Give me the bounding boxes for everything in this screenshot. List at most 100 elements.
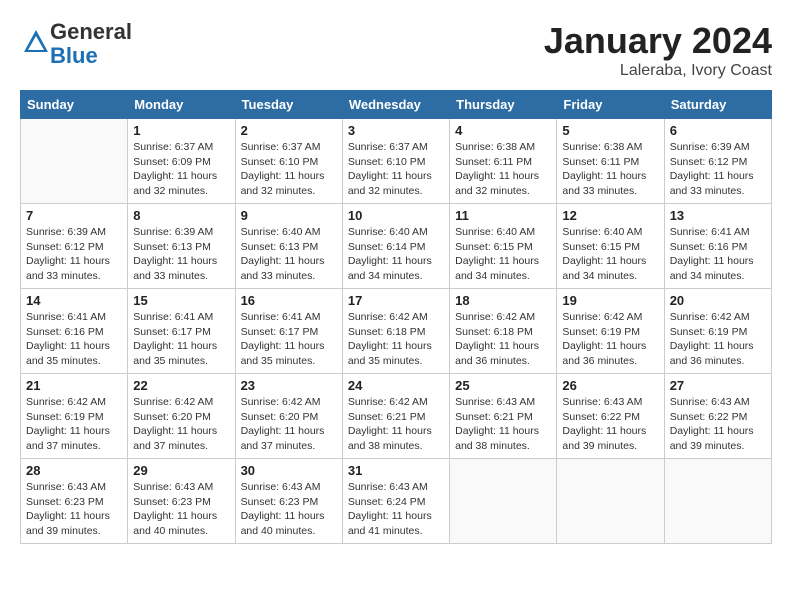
day-info: Sunrise: 6:42 AMSunset: 6:19 PMDaylight:… <box>670 310 766 369</box>
day-info: Sunrise: 6:37 AMSunset: 6:10 PMDaylight:… <box>348 140 444 199</box>
day-number: 27 <box>670 378 766 393</box>
calendar-week-4: 21 Sunrise: 6:42 AMSunset: 6:19 PMDayligh… <box>21 374 772 459</box>
day-number: 29 <box>133 463 229 478</box>
day-number: 13 <box>670 208 766 223</box>
calendar-cell <box>21 119 128 204</box>
day-number: 7 <box>26 208 122 223</box>
day-info: Sunrise: 6:42 AMSunset: 6:21 PMDaylight:… <box>348 395 444 454</box>
day-number: 17 <box>348 293 444 308</box>
day-info: Sunrise: 6:43 AMSunset: 6:23 PMDaylight:… <box>26 480 122 539</box>
logo-blue-text: Blue <box>50 43 98 68</box>
calendar-cell: 31 Sunrise: 6:43 AMSunset: 6:24 PMDayligh… <box>342 459 449 544</box>
calendar-cell: 11Sunrise: 6:40 AMSunset: 6:15 PMDayligh… <box>450 204 557 289</box>
calendar-week-1: 1Sunrise: 6:37 AMSunset: 6:09 PMDaylight… <box>21 119 772 204</box>
header-sunday: Sunday <box>21 91 128 119</box>
calendar-cell: 17 Sunrise: 6:42 AMSunset: 6:18 PMDayligh… <box>342 289 449 374</box>
day-number: 3 <box>348 123 444 138</box>
day-number: 25 <box>455 378 551 393</box>
header-thursday: Thursday <box>450 91 557 119</box>
calendar-cell: 28 Sunrise: 6:43 AMSunset: 6:23 PMDayligh… <box>21 459 128 544</box>
day-info: Sunrise: 6:39 AMSunset: 6:12 PMDaylight:… <box>670 140 766 199</box>
day-number: 28 <box>26 463 122 478</box>
day-number: 12 <box>562 208 658 223</box>
header-monday: Monday <box>128 91 235 119</box>
day-info: Sunrise: 6:42 AMSunset: 6:18 PMDaylight:… <box>348 310 444 369</box>
calendar-header-row: SundayMondayTuesdayWednesdayThursdayFrid… <box>21 91 772 119</box>
calendar-cell: 27 Sunrise: 6:43 AMSunset: 6:22 PMDayligh… <box>664 374 771 459</box>
header-saturday: Saturday <box>664 91 771 119</box>
day-number: 31 <box>348 463 444 478</box>
day-info: Sunrise: 6:42 AMSunset: 6:20 PMDaylight:… <box>241 395 337 454</box>
calendar-cell: 26Sunrise: 6:43 AMSunset: 6:22 PMDayligh… <box>557 374 664 459</box>
calendar-cell: 14 Sunrise: 6:41 AMSunset: 6:16 PMDayligh… <box>21 289 128 374</box>
header-wednesday: Wednesday <box>342 91 449 119</box>
day-info: Sunrise: 6:38 AMSunset: 6:11 PMDaylight:… <box>455 140 551 199</box>
day-info: Sunrise: 6:42 AMSunset: 6:19 PMDaylight:… <box>562 310 658 369</box>
day-info: Sunrise: 6:41 AMSunset: 6:17 PMDaylight:… <box>241 310 337 369</box>
header-tuesday: Tuesday <box>235 91 342 119</box>
day-info: Sunrise: 6:43 AMSunset: 6:24 PMDaylight:… <box>348 480 444 539</box>
calendar-cell: 22Sunrise: 6:42 AMSunset: 6:20 PMDayligh… <box>128 374 235 459</box>
day-info: Sunrise: 6:43 AMSunset: 6:22 PMDaylight:… <box>562 395 658 454</box>
page-header: General Blue January 2024 Laleraba, Ivor… <box>20 20 772 80</box>
day-number: 2 <box>241 123 337 138</box>
day-info: Sunrise: 6:42 AMSunset: 6:20 PMDaylight:… <box>133 395 229 454</box>
day-number: 30 <box>241 463 337 478</box>
day-number: 19 <box>562 293 658 308</box>
day-number: 24 <box>348 378 444 393</box>
location: Laleraba, Ivory Coast <box>544 62 772 80</box>
header-friday: Friday <box>557 91 664 119</box>
day-info: Sunrise: 6:39 AMSunset: 6:12 PMDaylight:… <box>26 225 122 284</box>
day-number: 9 <box>241 208 337 223</box>
calendar-cell: 25 Sunrise: 6:43 AMSunset: 6:21 PMDayligh… <box>450 374 557 459</box>
calendar-cell: 23 Sunrise: 6:42 AMSunset: 6:20 PMDayligh… <box>235 374 342 459</box>
title-block: January 2024 Laleraba, Ivory Coast <box>544 20 772 80</box>
day-info: Sunrise: 6:42 AMSunset: 6:18 PMDaylight:… <box>455 310 551 369</box>
calendar-cell: 18 Sunrise: 6:42 AMSunset: 6:18 PMDayligh… <box>450 289 557 374</box>
logo-icon <box>22 28 50 56</box>
day-info: Sunrise: 6:41 AMSunset: 6:17 PMDaylight:… <box>133 310 229 369</box>
day-number: 11 <box>455 208 551 223</box>
day-info: Sunrise: 6:43 AMSunset: 6:21 PMDaylight:… <box>455 395 551 454</box>
calendar-cell: 24 Sunrise: 6:42 AMSunset: 6:21 PMDayligh… <box>342 374 449 459</box>
day-number: 1 <box>133 123 229 138</box>
calendar-cell: 12 Sunrise: 6:40 AMSunset: 6:15 PMDayligh… <box>557 204 664 289</box>
day-info: Sunrise: 6:37 AMSunset: 6:10 PMDaylight:… <box>241 140 337 199</box>
month-title: January 2024 <box>544 20 772 62</box>
calendar-week-5: 28 Sunrise: 6:43 AMSunset: 6:23 PMDayligh… <box>21 459 772 544</box>
day-info: Sunrise: 6:43 AMSunset: 6:22 PMDaylight:… <box>670 395 766 454</box>
calendar-cell: 1Sunrise: 6:37 AMSunset: 6:09 PMDaylight… <box>128 119 235 204</box>
day-info: Sunrise: 6:41 AMSunset: 6:16 PMDaylight:… <box>26 310 122 369</box>
calendar-cell: 21 Sunrise: 6:42 AMSunset: 6:19 PMDayligh… <box>21 374 128 459</box>
calendar-cell: 5Sunrise: 6:38 AMSunset: 6:11 PMDaylight… <box>557 119 664 204</box>
day-number: 23 <box>241 378 337 393</box>
day-number: 20 <box>670 293 766 308</box>
day-number: 15 <box>133 293 229 308</box>
calendar-cell: 9 Sunrise: 6:40 AMSunset: 6:13 PMDaylight… <box>235 204 342 289</box>
calendar-cell: 20 Sunrise: 6:42 AMSunset: 6:19 PMDayligh… <box>664 289 771 374</box>
day-number: 6 <box>670 123 766 138</box>
day-number: 14 <box>26 293 122 308</box>
day-info: Sunrise: 6:42 AMSunset: 6:19 PMDaylight:… <box>26 395 122 454</box>
calendar-cell: 10Sunrise: 6:40 AMSunset: 6:14 PMDayligh… <box>342 204 449 289</box>
calendar-cell: 16Sunrise: 6:41 AMSunset: 6:17 PMDayligh… <box>235 289 342 374</box>
calendar-cell: 4Sunrise: 6:38 AMSunset: 6:11 PMDaylight… <box>450 119 557 204</box>
day-number: 8 <box>133 208 229 223</box>
calendar-cell <box>557 459 664 544</box>
logo-general-text: General <box>50 19 132 44</box>
day-info: Sunrise: 6:40 AMSunset: 6:15 PMDaylight:… <box>562 225 658 284</box>
calendar-table: SundayMondayTuesdayWednesdayThursdayFrid… <box>20 90 772 544</box>
day-info: Sunrise: 6:41 AMSunset: 6:16 PMDaylight:… <box>670 225 766 284</box>
day-info: Sunrise: 6:40 AMSunset: 6:13 PMDaylight:… <box>241 225 337 284</box>
day-number: 10 <box>348 208 444 223</box>
calendar-cell: 2 Sunrise: 6:37 AMSunset: 6:10 PMDaylight… <box>235 119 342 204</box>
day-number: 21 <box>26 378 122 393</box>
day-info: Sunrise: 6:39 AMSunset: 6:13 PMDaylight:… <box>133 225 229 284</box>
calendar-cell <box>664 459 771 544</box>
day-number: 18 <box>455 293 551 308</box>
calendar-cell: 15 Sunrise: 6:41 AMSunset: 6:17 PMDayligh… <box>128 289 235 374</box>
day-info: Sunrise: 6:43 AMSunset: 6:23 PMDaylight:… <box>133 480 229 539</box>
calendar-cell <box>450 459 557 544</box>
logo: General Blue <box>20 20 132 68</box>
calendar-week-2: 7 Sunrise: 6:39 AMSunset: 6:12 PMDaylight… <box>21 204 772 289</box>
